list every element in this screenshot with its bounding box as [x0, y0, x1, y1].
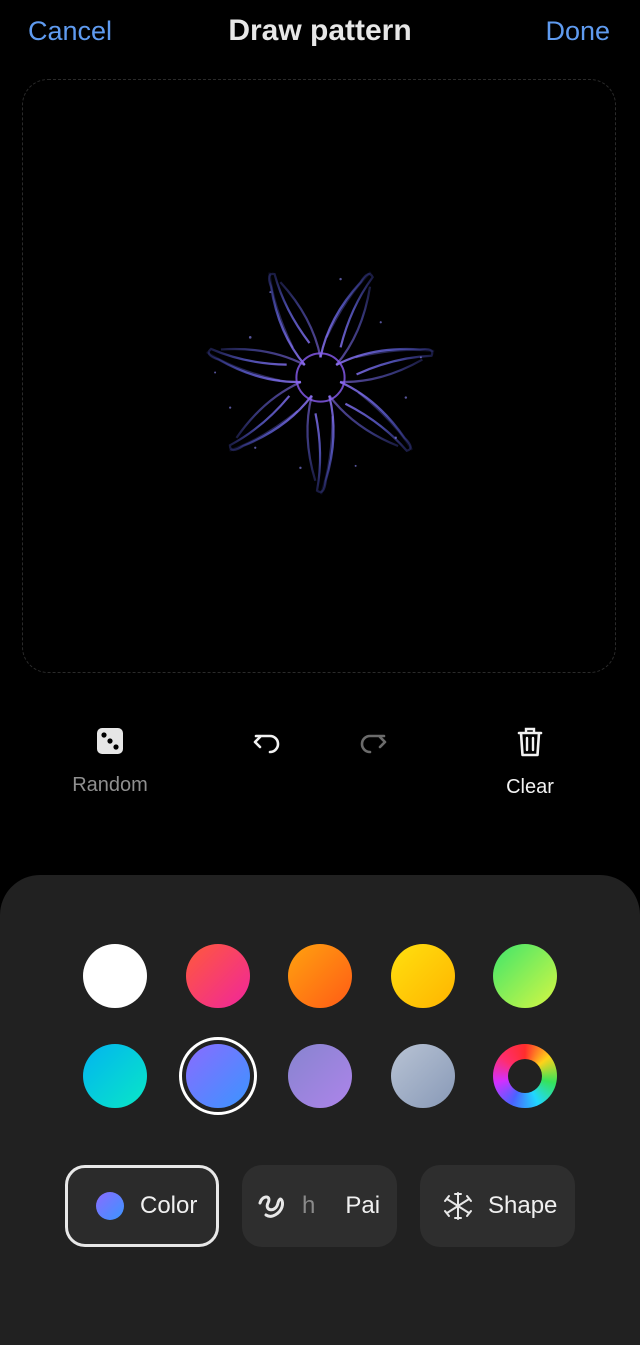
redo-icon	[360, 734, 387, 754]
color-swatch-cyan[interactable]	[83, 1044, 147, 1108]
color-swatch-yellow[interactable]	[390, 944, 455, 1008]
tab-brush-label: Pai	[345, 1192, 381, 1219]
color-swatch-white[interactable]	[83, 944, 147, 1008]
clear-label: Clear	[506, 776, 554, 798]
undo-icon	[253, 734, 280, 754]
redo-button[interactable]	[353, 726, 393, 758]
color-swatch-pink-red[interactable]	[185, 944, 250, 1008]
tab-color[interactable]: Color	[65, 1165, 219, 1247]
dice-icon	[97, 728, 123, 754]
color-swatch-blue-violet[interactable]	[185, 1044, 250, 1108]
color-wheel-center	[508, 1059, 542, 1093]
tab-shape[interactable]: Shape	[420, 1165, 575, 1247]
tab-brush[interactable]: h Pai	[242, 1165, 397, 1247]
bottom-panel: Color h Pai Shape	[0, 875, 640, 1345]
page-title: Draw pattern	[228, 14, 412, 47]
color-swatch-gray-blue[interactable]	[390, 1044, 455, 1108]
tab-shape-label: Shape	[488, 1192, 558, 1219]
color-swatch-orange[interactable]	[288, 944, 352, 1008]
done-button[interactable]: Done	[545, 16, 610, 47]
clear-button[interactable]: Clear	[480, 726, 580, 799]
undo-button[interactable]	[247, 726, 287, 758]
shape-icon	[444, 1192, 472, 1220]
tab-color-label: Color	[140, 1192, 198, 1219]
color-swatch-green[interactable]	[493, 944, 557, 1008]
drawing-canvas[interactable]	[22, 79, 616, 673]
pattern-drawing	[205, 271, 435, 495]
top-bar: Cancel Draw pattern Done	[0, 0, 640, 70]
trash-icon	[517, 727, 543, 757]
color-swatch-color-wheel[interactable]	[493, 1044, 557, 1108]
random-label: Random	[72, 774, 148, 796]
tab-brush-label-fragment: h	[302, 1192, 316, 1219]
brush-stroke-icon	[258, 1195, 284, 1218]
pattern-toolbar: Random Clear	[0, 720, 640, 830]
color-swatch-lavender[interactable]	[288, 1044, 352, 1108]
color-dot-icon	[96, 1192, 124, 1220]
random-button[interactable]: Random	[60, 726, 160, 797]
